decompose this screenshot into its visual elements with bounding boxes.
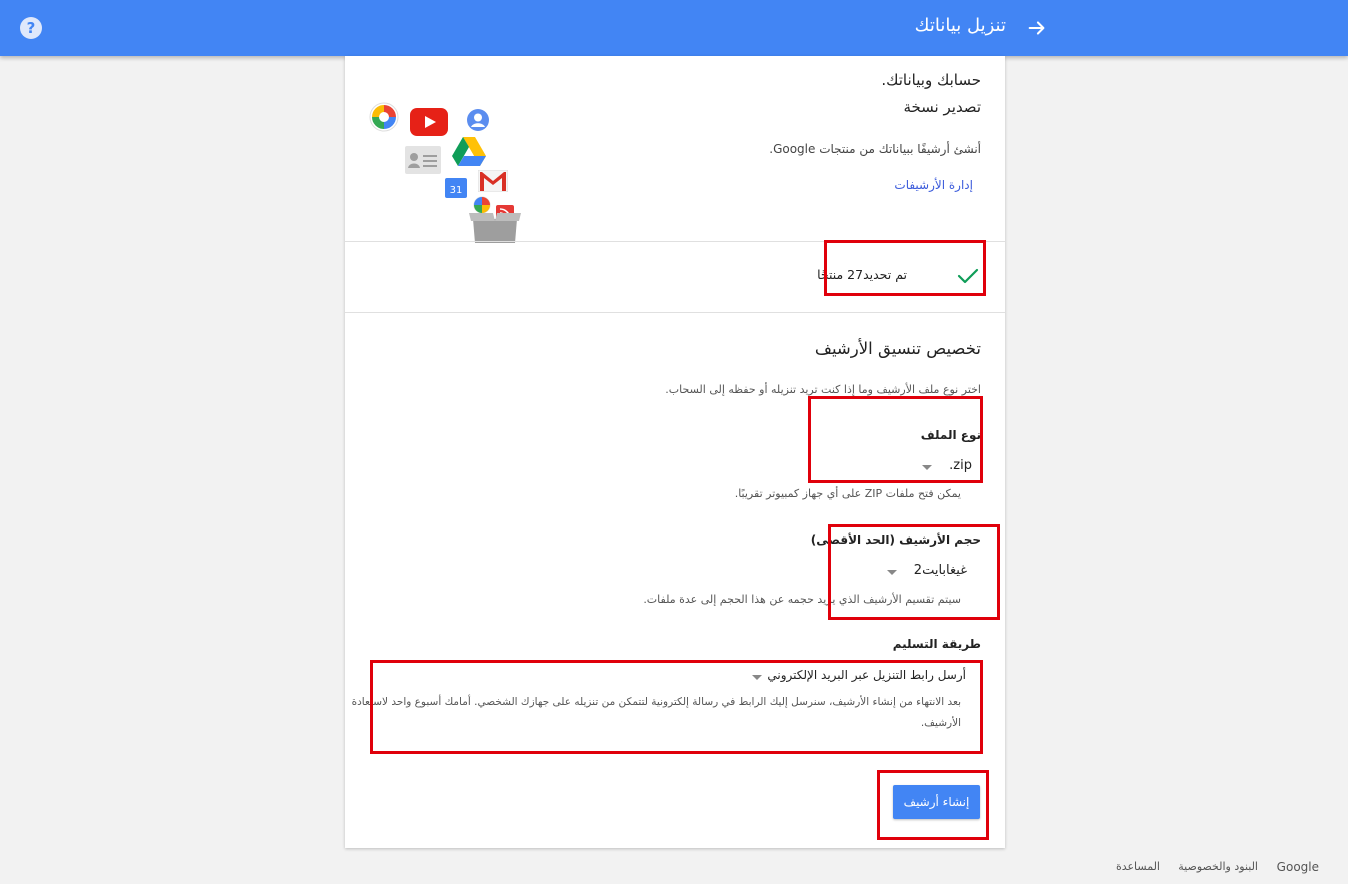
delivery-label: طريقة التسليم xyxy=(892,637,981,651)
intro-line2: تصدير نسخة xyxy=(903,98,981,116)
footer-terms-link[interactable]: البنود والخصوصية xyxy=(1178,860,1258,873)
calendar-icon: 31 xyxy=(445,178,467,198)
page-title: تنزيل بياناتك xyxy=(914,15,1006,36)
archive-box-icon xyxy=(469,213,521,243)
youtube-icon xyxy=(410,108,448,136)
highlight-box xyxy=(824,240,986,296)
format-heading: تخصيص تنسيق الأرشيف xyxy=(814,339,981,358)
drive-icon xyxy=(452,137,486,166)
arrow-right-icon[interactable] xyxy=(1026,17,1048,39)
highlight-box xyxy=(828,524,1000,620)
app-bar: ? تنزيل بياناتك xyxy=(0,0,1348,56)
format-description: اختر نوع ملف الأرشيف وما إذا كنت تريد تن… xyxy=(665,383,981,396)
gmail-icon xyxy=(478,170,508,192)
products-illustration: 31 xyxy=(365,98,530,243)
contact-card-icon xyxy=(405,146,441,174)
photos-icon xyxy=(369,102,399,132)
help-circle-icon[interactable]: ? xyxy=(20,17,42,39)
intro-description: أنشئ أرشيفًا ببياناتك من منتجات Google. xyxy=(769,142,981,156)
highlight-box xyxy=(370,660,983,754)
footer-google-link[interactable]: Google xyxy=(1277,860,1319,874)
takeout-card: حسابك وبياناتك. تصدير نسخة أنشئ أرشيفًا … xyxy=(345,56,1005,848)
highlight-box xyxy=(877,770,989,840)
file-type-hint: يمكن فتح ملفات ZIP على أي جهاز كمبيوتر ت… xyxy=(734,487,961,500)
section-divider xyxy=(345,312,1005,313)
contacts-profile-icon xyxy=(467,109,489,131)
footer-help-link[interactable]: المساعدة xyxy=(1116,860,1160,873)
hangouts-icon xyxy=(473,196,491,214)
manage-archives-link[interactable]: إدارة الأرشيفات xyxy=(894,178,973,192)
calendar-day: 31 xyxy=(450,185,463,196)
highlight-box xyxy=(808,396,983,483)
intro-line1: حسابك وبياناتك. xyxy=(881,71,981,89)
